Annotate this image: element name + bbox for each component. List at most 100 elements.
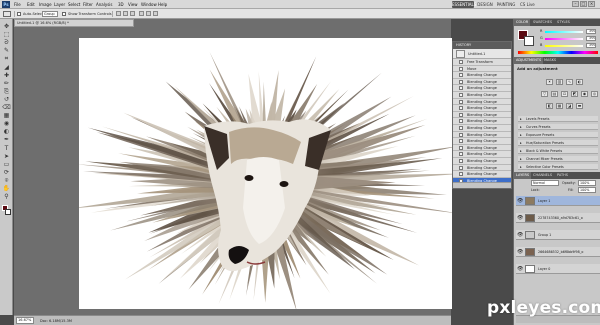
workspace-design[interactable]: DESIGN <box>476 1 494 8</box>
menu-window[interactable]: Window <box>141 1 157 8</box>
move-tool-icon[interactable]: ✥ <box>2 23 11 31</box>
eyedropper-tool-icon[interactable]: ◢ <box>2 64 11 72</box>
menu-file[interactable]: File <box>14 1 21 8</box>
close-button[interactable]: × <box>588 1 595 7</box>
layer-row[interactable]: 👁 2278743360_a9d783c61_o <box>516 213 600 223</box>
history-item[interactable]: Blending Change <box>453 98 511 106</box>
history-tab[interactable]: HISTORY <box>453 42 511 49</box>
type-tool-icon[interactable]: T <box>2 145 11 153</box>
channel-value[interactable]: 255 <box>586 43 596 48</box>
history-item[interactable]: Blending Change <box>453 138 511 145</box>
channel-value[interactable]: 255 <box>586 36 596 41</box>
bg-color-chip[interactable] <box>524 36 534 46</box>
clone-stamp-tool-icon[interactable]: ⎘ <box>2 88 11 96</box>
history-item[interactable]: Move <box>453 65 511 73</box>
quick-select-tool-icon[interactable]: ✎ <box>2 47 11 55</box>
adjustment-preset[interactable]: Levels Presets <box>518 116 598 122</box>
menu-filter[interactable]: Filter <box>83 1 93 8</box>
color-balance-icon[interactable]: ⚖ <box>561 91 568 97</box>
show-transform-checkbox[interactable] <box>62 12 66 16</box>
align-bottom-icon[interactable] <box>130 11 135 16</box>
gradient-tool-icon[interactable]: ▦ <box>2 112 11 120</box>
layer-row[interactable]: 👁 Group 1 <box>516 230 600 240</box>
vibrance-icon[interactable]: ▽ <box>541 91 548 97</box>
menu-3d[interactable]: 3D <box>118 1 124 8</box>
adjustment-preset[interactable]: Selective Color Presets <box>518 164 598 170</box>
eraser-tool-icon[interactable]: ⌫ <box>2 104 11 112</box>
pen-tool-icon[interactable]: ✒ <box>2 136 11 144</box>
history-item[interactable]: Free Transform <box>453 59 511 66</box>
history-snapshot[interactable]: Untitled-1 <box>453 49 511 59</box>
menu-image[interactable]: Image <box>39 1 52 8</box>
workspace-essentials[interactable]: ESSENTIALS <box>452 1 476 8</box>
adjustment-preset[interactable]: Curves Presets <box>518 124 598 130</box>
history-item[interactable]: Blending Change <box>453 72 511 79</box>
channel-mixer-icon[interactable]: ◎ <box>591 91 598 97</box>
align-left-icon[interactable] <box>139 11 144 16</box>
visibility-eye-icon[interactable]: 👁 <box>517 198 523 204</box>
align-right-icon[interactable] <box>153 11 158 16</box>
slider-track[interactable] <box>545 37 583 40</box>
visibility-eye-icon[interactable]: 👁 <box>517 266 523 272</box>
history-item[interactable]: Blending Change <box>453 164 511 172</box>
move-tool-icon[interactable] <box>3 11 11 17</box>
path-select-tool-icon[interactable]: ➤ <box>2 153 11 161</box>
curves-icon[interactable]: ∿ <box>566 79 573 85</box>
visibility-eye-icon[interactable]: 👁 <box>517 249 523 255</box>
zoom-field[interactable]: 16.67% <box>16 317 34 324</box>
tab-styles[interactable]: STYLES <box>555 19 572 26</box>
menu-select[interactable]: Select <box>68 1 80 8</box>
color-slider-r[interactable]: R 255 <box>540 29 598 34</box>
history-item[interactable]: Blending Change <box>453 157 511 165</box>
hand-tool-icon[interactable]: ✋ <box>2 185 11 193</box>
maximize-button[interactable]: □ <box>580 1 587 7</box>
align-middle-icon[interactable] <box>123 11 128 16</box>
history-item[interactable]: Blending Change <box>453 144 511 152</box>
blend-mode-dropdown[interactable]: Normal <box>531 180 559 186</box>
history-item[interactable]: Blending Change <box>453 91 511 99</box>
adjustment-preset[interactable]: Black & White Presets <box>518 148 598 154</box>
brush-tool-icon[interactable]: ✏ <box>2 80 11 88</box>
tab-adjustments[interactable]: ADJUSTMENTS <box>514 57 544 64</box>
black-white-icon[interactable]: ◩ <box>571 91 578 97</box>
history-item[interactable]: Blending Change <box>453 105 511 112</box>
layer-row[interactable]: 👁 2664686532_b6f8bb9f98_o <box>516 247 600 257</box>
visibility-eye-icon[interactable]: 👁 <box>517 232 523 238</box>
menu-analysis[interactable]: Analysis <box>96 1 112 8</box>
history-item[interactable]: Blending Change <box>453 78 511 86</box>
3d-rotate-tool-icon[interactable]: ⟳ <box>2 169 11 177</box>
history-item[interactable]: Blending Change <box>453 171 511 178</box>
hue-saturation-icon[interactable]: ▤ <box>551 91 558 97</box>
history-item[interactable]: Blending Change <box>453 124 511 132</box>
channel-value[interactable]: 255 <box>586 29 596 34</box>
photo-filter-icon[interactable]: ◉ <box>581 91 588 97</box>
threshold-icon[interactable]: ◪ <box>566 103 573 109</box>
color-slider-g[interactable]: G 255 <box>540 36 598 41</box>
history-item[interactable]: Blending Change <box>453 111 511 119</box>
history-item[interactable]: Blending Change <box>453 131 511 139</box>
background-color-swatch[interactable] <box>5 209 11 215</box>
blur-tool-icon[interactable]: ◉ <box>2 120 11 128</box>
canvas[interactable] <box>79 38 452 309</box>
menu-edit[interactable]: Edit <box>27 1 35 8</box>
color-spectrum[interactable] <box>518 51 598 54</box>
lasso-tool-icon[interactable]: ᘐ <box>2 39 11 47</box>
color-slider-b[interactable]: B 255 <box>540 43 598 48</box>
brightness-icon[interactable]: ☀ <box>546 79 553 85</box>
visibility-eye-icon[interactable]: 👁 <box>517 215 523 221</box>
dodge-tool-icon[interactable]: ◐ <box>2 128 11 136</box>
menu-layer[interactable]: Layer <box>54 1 65 8</box>
history-item[interactable]: Blending Change <box>453 118 511 125</box>
gradient-map-icon[interactable]: ▬ <box>576 103 583 109</box>
adjustment-preset[interactable]: Exposure Presets <box>518 132 598 138</box>
history-brush-tool-icon[interactable]: ↺ <box>2 96 11 104</box>
tab-color[interactable]: COLOR <box>514 19 531 26</box>
levels-icon[interactable]: ▥ <box>556 79 563 85</box>
slider-track[interactable] <box>545 30 583 33</box>
menu-help[interactable]: Help <box>158 1 167 8</box>
crop-tool-icon[interactable]: ⌗ <box>2 55 11 63</box>
invert-icon[interactable]: ◧ <box>546 103 553 109</box>
tab-layers[interactable]: LAYERS <box>514 172 532 179</box>
workspace-painting[interactable]: PAINTING <box>496 1 516 8</box>
opacity-field[interactable]: 100% <box>578 180 596 186</box>
